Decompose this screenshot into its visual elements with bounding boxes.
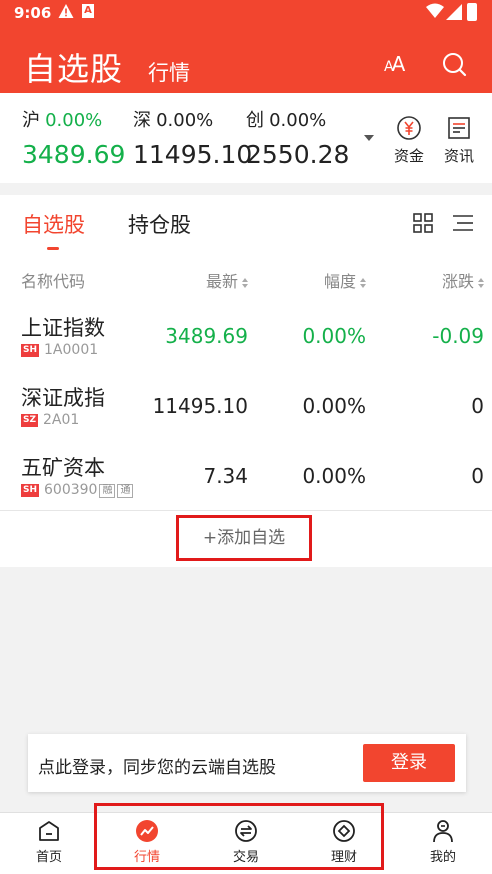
index-cy[interactable]: 创 0.00% 2550.28 bbox=[246, 106, 349, 169]
font-size-icon[interactable]: AA bbox=[384, 52, 405, 76]
add-watchlist-button[interactable]: +添加自选 bbox=[176, 515, 312, 561]
column-header-latest[interactable]: 最新 bbox=[206, 268, 248, 292]
latest-price: 3489.69 bbox=[165, 324, 248, 348]
table-row[interactable]: 上证指数 SH 1A0001 3489.69 0.00% -0.09 bbox=[0, 303, 492, 373]
change-pct: 0.00% bbox=[302, 464, 366, 488]
market-badge: SH bbox=[21, 484, 40, 497]
change-pct: 0.00% bbox=[302, 394, 366, 418]
news-button[interactable]: 资讯 bbox=[439, 115, 479, 166]
status-bar: 9:06 A bbox=[0, 0, 492, 26]
index-value: 3489.69 bbox=[22, 140, 126, 169]
index-sz[interactable]: 深 0.00% 11495.10 bbox=[133, 106, 252, 169]
tab-holdings[interactable]: 持仓股 bbox=[128, 209, 191, 239]
login-button[interactable]: 登录 bbox=[363, 744, 455, 782]
active-tab-indicator bbox=[47, 247, 59, 250]
table-row[interactable]: 五矿资本 SH 600390 融通 7.34 0.00% 0 bbox=[0, 443, 492, 513]
profile-icon bbox=[433, 820, 453, 843]
index-value: 11495.10 bbox=[133, 140, 253, 169]
stock-code: SH 1A0001 bbox=[21, 342, 99, 358]
column-header-change-pct[interactable]: 幅度 bbox=[324, 268, 366, 292]
margin-tag: 融 bbox=[99, 484, 116, 498]
nav-item-home[interactable]: 首页 bbox=[19, 819, 79, 865]
funds-yuan-icon bbox=[397, 116, 421, 140]
sort-icon bbox=[478, 277, 484, 288]
stock-code: SH 600390 融通 bbox=[21, 482, 134, 498]
news-document-icon bbox=[448, 117, 470, 139]
index-value: 2550.28 bbox=[246, 140, 350, 169]
column-header-name-code: 名称代码 bbox=[21, 272, 86, 291]
stock-code: SZ 2A01 bbox=[21, 412, 80, 428]
funds-button[interactable]: 资金 bbox=[389, 115, 429, 166]
market-badge: SZ bbox=[21, 414, 39, 427]
login-prompt-text[interactable]: 点此登录，同步您的云端自选股 bbox=[38, 753, 276, 778]
column-header-change[interactable]: 涨跌 bbox=[442, 268, 484, 292]
market-badge: SH bbox=[21, 344, 40, 357]
change-value: 0 bbox=[471, 464, 484, 488]
search-icon[interactable] bbox=[441, 51, 467, 77]
table-row[interactable]: 深证成指 SZ 2A01 11495.10 0.00% 0 bbox=[0, 373, 492, 443]
app-notification-icon: A bbox=[82, 4, 94, 18]
list-divider bbox=[0, 510, 492, 511]
market-tab-title[interactable]: 行情 bbox=[148, 57, 190, 87]
stock-name: 上证指数 bbox=[21, 316, 105, 340]
nav-item-profile[interactable]: 我的 bbox=[413, 819, 473, 865]
change-pct: 0.00% bbox=[302, 324, 366, 348]
battery-icon bbox=[467, 3, 477, 21]
app-header: 9:06 A 自选股 行情 AA bbox=[0, 0, 492, 93]
sort-icon bbox=[360, 277, 366, 288]
change-value: -0.09 bbox=[432, 324, 484, 348]
signal-icon bbox=[446, 4, 462, 20]
sort-icon bbox=[242, 277, 248, 288]
watchlist-panel: 自选股 持仓股 名称代码 最新 幅度 涨跌 上证指数 SH 1A0001 3489… bbox=[0, 195, 492, 567]
highlight-box bbox=[94, 803, 384, 870]
latest-price: 7.34 bbox=[203, 464, 248, 488]
page-title: 自选股 bbox=[24, 50, 124, 88]
list-menu-icon[interactable] bbox=[451, 214, 473, 232]
login-prompt-bar[interactable]: 点此登录，同步您的云端自选股 登录 bbox=[28, 734, 466, 792]
change-value: 0 bbox=[471, 394, 484, 418]
index-sh[interactable]: 沪 0.00% 3489.69 bbox=[22, 106, 125, 169]
status-time: 9:06 bbox=[14, 4, 52, 22]
chevron-down-icon[interactable] bbox=[364, 135, 374, 141]
connect-tag: 通 bbox=[117, 484, 134, 498]
home-icon bbox=[39, 821, 59, 841]
stock-name: 五矿资本 bbox=[21, 456, 105, 480]
tab-watchlist[interactable]: 自选股 bbox=[22, 209, 85, 239]
wifi-icon bbox=[426, 3, 444, 18]
warning-icon bbox=[58, 4, 74, 18]
latest-price: 11495.10 bbox=[152, 394, 248, 418]
grid-view-icon[interactable] bbox=[413, 213, 433, 233]
index-summary-bar[interactable]: 沪 0.00% 3489.69 深 0.00% 11495.10 创 0.00%… bbox=[0, 93, 492, 183]
stock-name: 深证成指 bbox=[21, 386, 105, 410]
